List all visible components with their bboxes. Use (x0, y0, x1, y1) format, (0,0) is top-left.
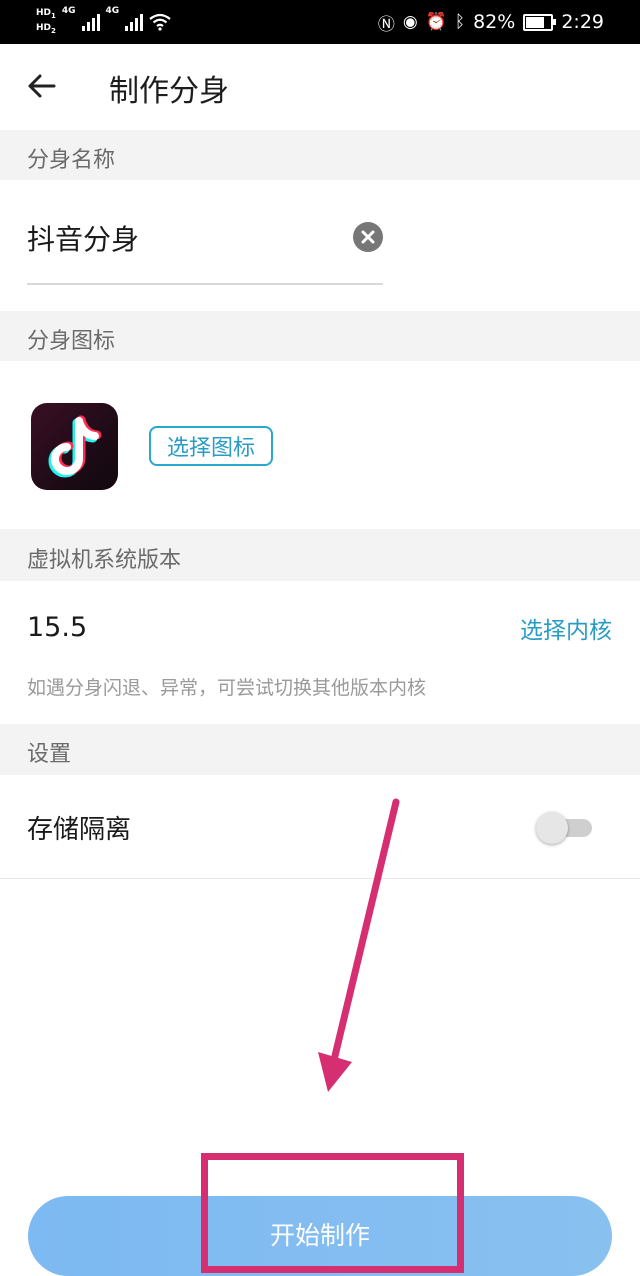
page-title: 制作分身 (109, 74, 229, 109)
section-label: 分身图标 (27, 329, 116, 354)
app-bar: 制作分身 (0, 44, 640, 130)
section-header-name: 分身名称 (0, 130, 640, 180)
bluetooth-icon: ᛒ (454, 12, 466, 32)
storage-isolation-label: 存储隔离 (27, 815, 132, 845)
section-header-vm-version: 虚拟机系统版本 (0, 529, 640, 581)
section-label: 设置 (27, 742, 72, 767)
vm-version-value: 15.5 (27, 612, 88, 643)
alarm-icon: ⏰ (425, 12, 447, 32)
section-label: 虚拟机系统版本 (27, 548, 182, 573)
section-header-icon: 分身图标 (0, 311, 640, 361)
network-type-2: 4G (105, 6, 120, 16)
wifi-icon (149, 13, 171, 31)
arrow-left-icon[interactable] (24, 68, 60, 104)
eye-icon: ◉ (402, 12, 418, 32)
select-kernel-link[interactable]: 选择内核 (520, 611, 612, 645)
clock: 2:29 (561, 11, 604, 33)
nfc-icon: Ⓝ (377, 14, 395, 35)
annotation-highlight-box (201, 1153, 464, 1273)
kernel-hint-text: 如遇分身闪退、异常，可尝试切换其他版本内核 (27, 677, 427, 699)
toggle-thumb (536, 812, 568, 844)
clear-circle-icon[interactable] (353, 222, 383, 252)
select-icon-button[interactable]: 选择图标 (149, 426, 273, 466)
signal-icon (125, 13, 144, 31)
clone-name-input[interactable]: 抖音分身 (27, 218, 139, 258)
tiktok-logo-icon (31, 403, 118, 490)
network-type-1: 4G (61, 6, 76, 16)
section-label: 分身名称 (27, 148, 116, 173)
signal-icon (81, 13, 100, 31)
input-underline (27, 283, 383, 285)
hd-icon: HD1 HD2 (36, 8, 56, 35)
battery-level (526, 16, 545, 28)
battery-percent: 82% (473, 11, 516, 33)
section-header-settings: 设置 (0, 724, 640, 775)
status-bar: HD1 HD2 4G 4G Ⓝ ◉ ⏰ ᛒ 82% 2:29 (0, 0, 640, 44)
battery-icon (523, 13, 557, 31)
annotation-arrow (318, 798, 400, 1092)
storage-isolation-toggle[interactable] (536, 812, 594, 844)
